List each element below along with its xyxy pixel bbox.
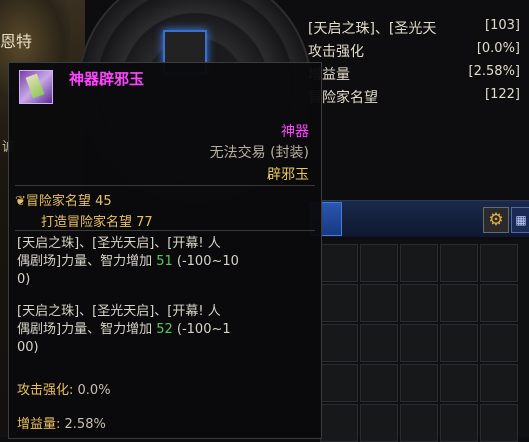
stat-value: [122]: [485, 87, 520, 102]
inventory-slot[interactable]: [320, 244, 358, 282]
inventory-slot[interactable]: [320, 324, 358, 362]
inventory-slot[interactable]: [360, 364, 398, 402]
option-text: 偶剧场]力量、智力增加: [17, 322, 157, 337]
inventory-slot[interactable]: [440, 404, 478, 442]
inventory-slot[interactable]: [440, 324, 478, 362]
item-tooltip: 神器辟邪玉 神器 无法交易 (封装) 辟邪玉 ❦冒险家名望 45 打造冒险家名望…: [8, 62, 322, 439]
inventory-slot[interactable]: [400, 364, 438, 402]
item-rarity: 神器: [281, 124, 309, 140]
option-range: (-100~1: [172, 322, 231, 337]
craft-fame-value: 77: [136, 215, 153, 230]
grid-icon[interactable]: ▦: [511, 207, 529, 233]
stat-value: [0.0%]: [476, 41, 520, 56]
option-text: [天启之珠]、[圣光天启]、[开幕! 人: [17, 236, 221, 251]
stat-value: [2.58%]: [468, 64, 520, 79]
divider: [15, 185, 315, 186]
fame-label: 冒险家名望: [25, 194, 91, 209]
buff-amount-value: 2.58%: [64, 417, 106, 432]
stat-value: [103]: [485, 18, 520, 33]
attack-strength-value: 0.0%: [77, 383, 111, 398]
item-name: 神器辟邪玉: [69, 70, 145, 88]
inventory-slot[interactable]: [360, 284, 398, 322]
fame-icon: ❦: [15, 194, 26, 209]
stat-label: [天启之珠]、[圣光天: [308, 21, 437, 37]
inventory-slot[interactable]: [400, 244, 438, 282]
npc-name[interactable]: 恩特: [0, 28, 32, 52]
inventory-slot[interactable]: [480, 324, 518, 362]
option-range: (-100~10: [172, 254, 239, 269]
inventory-slot[interactable]: [440, 284, 478, 322]
stat-row: 冒险家名望 [122]: [308, 87, 520, 109]
option-text: 0): [17, 272, 31, 287]
inventory-slot[interactable]: [480, 364, 518, 402]
inventory-slot[interactable]: [360, 404, 398, 442]
attack-strength-line: 攻击强化: 0.0%: [17, 379, 111, 398]
inventory-slot[interactable]: [480, 284, 518, 322]
option-value: 51: [156, 254, 173, 269]
option-text: 00): [17, 340, 39, 355]
attack-strength-label: 攻击强化:: [17, 383, 78, 398]
stat-label: 冒险家名望: [308, 90, 378, 106]
inventory-slot[interactable]: [400, 284, 438, 322]
inventory-slot[interactable]: [480, 244, 518, 282]
option-line: [天启之珠]、[圣光天启]、[开幕! 人 偶剧场]力量、智力增加 52 (-10…: [17, 303, 313, 357]
inventory-slot[interactable]: [440, 364, 478, 402]
gear-icon[interactable]: ⚙: [483, 207, 509, 233]
stats-panel: [天启之珠]、[圣光天 [103] 攻击强化 [0.0%] 增益量 [2.58%…: [300, 8, 529, 128]
stat-label: 攻击强化: [308, 44, 364, 60]
item-trade-status: 无法交易 (封装): [209, 145, 309, 161]
craft-fame-label: 打造冒险家名望: [41, 215, 133, 230]
inventory-slot[interactable]: [400, 324, 438, 362]
inventory-slot[interactable]: [320, 284, 358, 322]
inventory-slot[interactable]: [360, 244, 398, 282]
option-text: 偶剧场]力量、智力增加: [17, 254, 157, 269]
inventory-slot[interactable]: [480, 404, 518, 442]
item-sub-type: 辟邪玉: [267, 167, 309, 183]
fame-value: 45: [95, 194, 112, 209]
buff-amount-label: 增益量:: [17, 417, 65, 432]
stat-row: 攻击强化 [0.0%]: [308, 41, 520, 63]
option-value: 52: [156, 322, 173, 337]
inventory-slot[interactable]: [400, 404, 438, 442]
inventory-slot[interactable]: [320, 404, 358, 442]
stat-label: 增益量: [308, 67, 350, 83]
item-icon: [19, 70, 53, 104]
inventory-slot[interactable]: [440, 244, 478, 282]
inventory-slot[interactable]: [360, 324, 398, 362]
buff-amount-line: 增益量: 2.58%: [17, 413, 106, 432]
inventory-slot[interactable]: [320, 364, 358, 402]
craft-fame-line: 打造冒险家名望 77: [41, 211, 153, 230]
stat-row: [天启之珠]、[圣光天 [103]: [308, 18, 520, 40]
fame-line: ❦冒险家名望 45: [15, 190, 112, 209]
inventory-grid: [318, 240, 529, 442]
option-text: [天启之珠]、[圣光天启]、[开幕! 人: [17, 304, 221, 319]
option-line: [天启之珠]、[圣光天启]、[开幕! 人 偶剧场]力量、智力增加 51 (-10…: [17, 235, 313, 289]
divider: [15, 230, 315, 231]
stat-row: 增益量 [2.58%]: [308, 64, 520, 86]
